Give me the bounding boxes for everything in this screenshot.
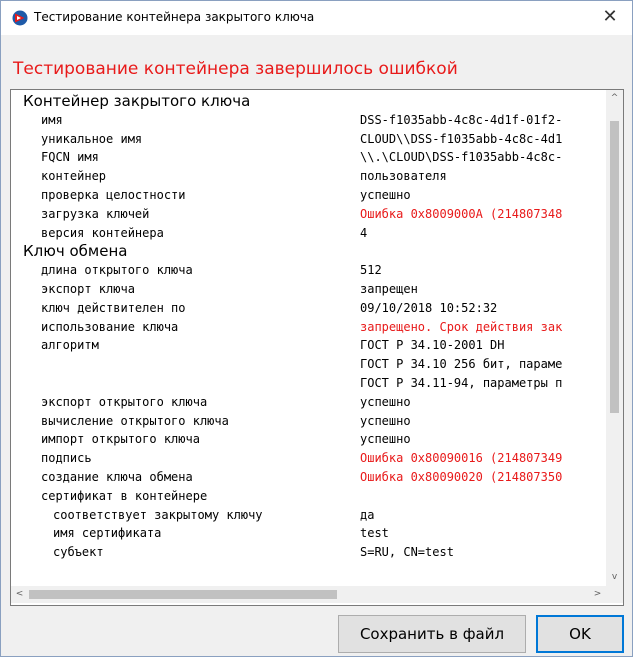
result-label: алгоритм	[41, 338, 99, 353]
result-row: создание ключа обмена Ошибка 0x80090020 (…	[11, 468, 606, 486]
close-button[interactable]: ✕	[588, 1, 632, 35]
result-row: экспорт открытого ключа успешно	[11, 393, 606, 411]
result-label: вычисление открытого ключа	[41, 413, 229, 428]
scroll-up-arrow-icon[interactable]: ^	[606, 90, 623, 107]
results-panel: Контейнер закрытого ключа имя DSS-f1035abb…	[10, 89, 624, 606]
scroll-down-arrow-icon[interactable]: v	[606, 569, 623, 586]
result-row: использование ключа запрещено. Срок дейст…	[11, 318, 606, 336]
result-value: 09/10/2018 10:52:32	[360, 300, 498, 315]
section-title: Ключ обмена	[23, 242, 128, 261]
result-value: ГОСТ Р 34.10 256 бит, параме	[360, 357, 563, 372]
result-value: \\.\CLOUD\DSS-f1035abb-4c8c-	[360, 150, 563, 165]
horizontal-scrollbar[interactable]: < >	[11, 586, 606, 603]
result-value: test	[360, 526, 389, 541]
result-row: загрузка ключей Ошибка 0x8009000A (214807…	[11, 205, 606, 223]
result-value: запрещен	[360, 282, 418, 296]
result-value: успешно	[360, 413, 411, 428]
result-value: 4	[360, 225, 368, 240]
window-title: Тестирование контейнера закрытого ключа	[34, 10, 315, 24]
result-row: субъект S=RU, CN=test	[11, 543, 606, 561]
scroll-corner	[606, 586, 623, 603]
horizontal-scroll-thumb[interactable]	[29, 590, 337, 599]
result-row: экспорт ключа запрещен	[11, 280, 606, 298]
vertical-scroll-thumb[interactable]	[610, 121, 619, 413]
vertical-scrollbar[interactable]: ^ v	[606, 90, 623, 586]
result-value: успешно	[360, 188, 411, 202]
result-label: проверка целостности	[41, 188, 186, 202]
result-row: проверка целостности успешно	[11, 186, 606, 204]
result-error-value: запрещено. Срок действия зак	[360, 319, 563, 334]
result-error-value: Ошибка 0x8009000A (214807348	[360, 206, 563, 221]
result-row: подпись Ошибка 0x80090016 (214807349	[11, 449, 606, 467]
result-value: да	[360, 507, 375, 522]
result-row: соответствует закрытому ключу да	[11, 506, 606, 524]
result-row: версия контейнера 4	[11, 224, 606, 242]
error-heading: Тестирование контейнера завершилось ошиб…	[13, 59, 458, 79]
section-header: Контейнер закрытого ключа	[11, 92, 606, 110]
result-label: длина открытого ключа	[41, 263, 193, 278]
result-value: пользователя	[360, 169, 447, 184]
scroll-left-arrow-icon[interactable]: <	[11, 586, 28, 603]
result-row: FQCN имя \\.\CLOUD\DSS-f1035abb-4c8c-	[11, 148, 606, 166]
result-value: CLOUD\\DSS-f1035abb-4c8c-4d1	[360, 131, 563, 146]
result-value: S=RU, CN=test	[360, 545, 454, 560]
result-label: соответствует закрытому ключу	[53, 507, 263, 522]
section-title: Контейнер закрытого ключа	[23, 92, 251, 110]
result-row: ГОСТ Р 34.11-94, параметры п	[11, 374, 606, 392]
title-bar: Тестирование контейнера закрытого ключа …	[1, 1, 632, 35]
result-value: ГОСТ Р 34.11-94, параметры п	[360, 376, 563, 390]
result-label: использование ключа	[41, 319, 179, 334]
result-row: уникальное имя CLOUD\\DSS-f1035abb-4c8c-4…	[11, 130, 606, 148]
result-label: сертификат в контейнере	[41, 488, 208, 503]
result-label: загрузка ключей	[41, 206, 150, 221]
result-value: успешно	[360, 432, 411, 447]
result-value: ГОСТ Р 34.10-2001 DH	[360, 338, 505, 353]
result-row: сертификат в контейнере	[11, 487, 606, 505]
result-label: экспорт открытого ключа	[41, 394, 208, 409]
result-label: экспорт ключа	[41, 282, 135, 296]
results-list: Контейнер закрытого ключа имя DSS-f1035abb…	[11, 90, 606, 586]
result-value: успешно	[360, 394, 411, 409]
dialog-window: Тестирование контейнера закрытого ключа …	[0, 0, 633, 657]
result-row: ключ действителен по 09/10/2018 10:52:32	[11, 299, 606, 317]
result-row: ГОСТ Р 34.10 256 бит, параме	[11, 355, 606, 373]
result-label: ключ действителен по	[41, 300, 186, 315]
result-row: алгоритм ГОСТ Р 34.10-2001 DH	[11, 336, 606, 354]
result-label: создание ключа обмена	[41, 470, 193, 484]
result-error-value: Ошибка 0x80090020 (214807350	[360, 470, 563, 484]
result-row: имя DSS-f1035abb-4c8c-4d1f-01f2-	[11, 111, 606, 129]
result-label: контейнер	[41, 169, 107, 184]
result-value: 512	[360, 263, 382, 278]
result-label: имя	[41, 112, 63, 127]
result-label: импорт открытого ключа	[41, 432, 200, 447]
result-label: субъект	[53, 545, 104, 560]
cryptopro-logo-icon	[12, 10, 28, 26]
result-label: уникальное имя	[41, 131, 143, 146]
result-row: контейнер пользователя	[11, 167, 606, 185]
result-label: версия контейнера	[41, 225, 164, 240]
result-row: длина открытого ключа 512	[11, 261, 606, 279]
ok-button[interactable]: OK	[536, 615, 624, 653]
result-value: DSS-f1035abb-4c8c-4d1f-01f2-	[360, 112, 563, 127]
result-label: FQCN имя	[41, 150, 99, 165]
result-label: подпись	[41, 451, 92, 466]
scroll-right-arrow-icon[interactable]: >	[589, 586, 606, 603]
result-row: вычисление открытого ключа успешно	[11, 412, 606, 430]
result-label: имя сертификата	[53, 526, 162, 541]
result-row: имя сертификата test	[11, 524, 606, 542]
result-row: импорт открытого ключа успешно	[11, 430, 606, 448]
section-header: Ключ обмена	[11, 242, 606, 260]
save-to-file-button[interactable]: Сохранить в файл	[338, 615, 526, 653]
result-error-value: Ошибка 0x80090016 (214807349	[360, 451, 563, 466]
